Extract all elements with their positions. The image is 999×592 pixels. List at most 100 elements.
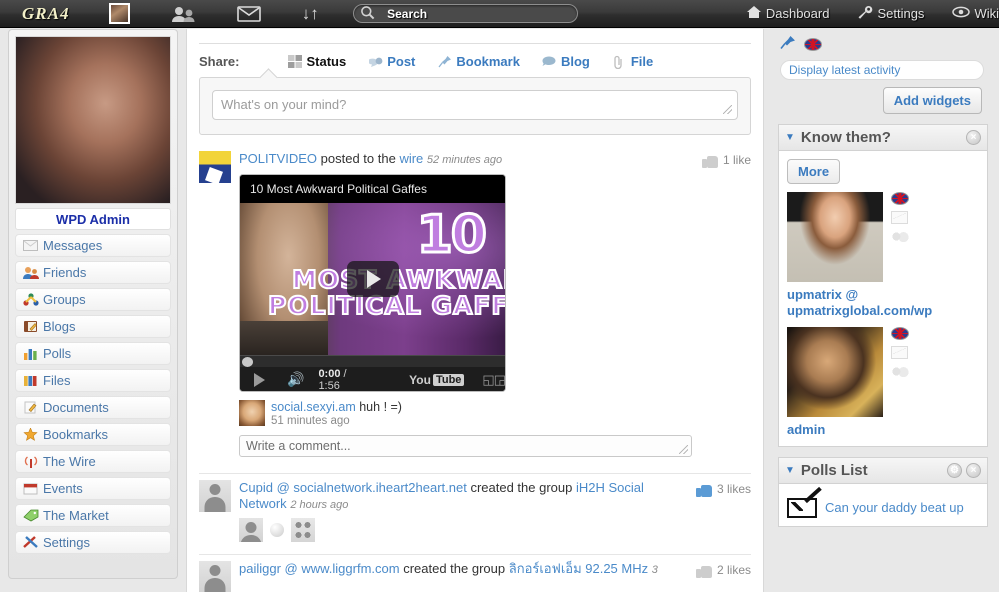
sidebar-item-events[interactable]: Events [15,477,171,500]
sidebar-item-label: Polls [43,346,72,361]
video-thumbnail[interactable]: 10 MOST AWKWARD POLITICAL GAFFES [240,203,505,355]
comment-input[interactable]: Write a comment... [239,435,692,457]
feed-timestamp: 52 minutes ago [426,154,503,166]
youtube-logo-icon[interactable]: You Tube [409,373,465,387]
close-icon[interactable]: × [966,463,981,478]
close-icon[interactable]: × [966,130,981,145]
sidebar-item-blogs[interactable]: Blogs [15,315,171,338]
sidebar-item-friends[interactable]: Friends [15,261,171,284]
feed-target-link[interactable]: ลิกอร์เอฟเอ็ม 92.25 MHz [509,561,648,576]
feed-item-headline: pailiggr @ www.liggrfm.com created the g… [239,561,686,578]
uk-flag-icon[interactable] [891,192,909,205]
feed-author-link[interactable]: POLITVIDEO [239,151,317,166]
status-input[interactable]: What's on your mind? [212,90,738,120]
share-bar: Share: Status Post Bookmark Blog File [199,43,751,69]
video-time-display: 0:00 / 1:56 [318,368,347,392]
volume-icon[interactable]: 🔊 [287,371,304,388]
like-count[interactable]: 1 like [701,151,751,457]
scrubber-knob[interactable] [242,357,253,367]
share-tab-bookmark[interactable]: Bookmark [437,54,520,69]
group-avatar[interactable] [291,518,315,542]
sidebar-item-messages[interactable]: Messages [15,234,171,257]
more-button[interactable]: More [787,159,841,184]
sidebar-item-bookmarks[interactable]: Bookmarks [15,423,171,446]
sidebar-item-groups[interactable]: Groups [15,288,171,311]
broadcast-icon [22,454,39,469]
status-composer: What's on your mind? [199,77,751,135]
feed-item: pailiggr @ www.liggrfm.com created the g… [199,554,751,592]
sidebar-item-the-wire[interactable]: The Wire [15,450,171,473]
nav-dashboard[interactable]: Dashboard [746,5,830,22]
person-name-link[interactable]: upmatrix @ upmatrixglobal.com/wp [787,287,979,319]
gear-icon[interactable]: ⚙ [947,463,962,478]
message-icon[interactable] [891,211,908,224]
play-icon[interactable] [254,372,265,387]
updates-icon[interactable]: ↓↑ [299,0,321,28]
sidebar-item-settings[interactable]: Settings [15,531,171,554]
search-input[interactable]: Search [353,4,578,23]
sidebar-item-label: Friends [43,265,87,280]
share-label: Share: [199,54,240,69]
widget-title: Know them? [800,129,891,146]
share-tab-blog[interactable]: Blog [542,54,590,69]
chevron-down-icon[interactable]: ▼ [785,465,795,476]
person-photo[interactable] [787,327,883,417]
fullscreen-icon[interactable]: ◱◲ [482,372,505,388]
share-tab-post[interactable]: Post [368,54,415,69]
messages-icon[interactable] [236,0,262,28]
message-icon[interactable] [891,346,908,359]
poll-entry[interactable]: Can your daddy beat up [787,492,979,518]
share-tab-file[interactable]: File [612,54,653,69]
like-count[interactable]: 2 likes [695,561,751,592]
comment-resize-grip[interactable] [678,445,688,454]
uk-flag-icon[interactable] [891,327,909,340]
person-name-link[interactable]: admin [787,422,979,438]
avatar[interactable] [199,480,231,512]
status-resize-grip[interactable] [723,105,732,114]
nav-settings[interactable]: Settings [857,5,924,23]
avatar[interactable] [199,151,231,183]
video-player[interactable]: 10 Most Awkward Political Gaffes 10 MOST… [239,174,506,392]
add-friend-icon[interactable] [891,230,909,243]
play-button-icon[interactable] [346,261,399,297]
site-logo[interactable]: GRA4 [22,4,69,24]
feed-action-text: created the group [470,480,573,495]
suggested-person: upmatrix @ upmatrixglobal.com/wp [787,192,979,319]
feed-author-link[interactable]: pailiggr @ www.liggrfm.com [239,561,400,576]
youtube-tube-text: Tube [432,373,465,386]
sidebar-item-label: Groups [43,292,86,307]
speech-bubble-icon [542,55,557,69]
feed-timestamp: 3 [651,564,658,576]
comment-author-link[interactable]: social.sexyi.am [271,400,356,414]
avatar[interactable] [199,561,231,592]
video-scrubber[interactable] [240,355,505,367]
sidebar-item-label: Documents [43,400,109,415]
friends-icon[interactable] [168,0,198,28]
search-icon [360,5,375,23]
feed-author-link[interactable]: Cupid @ socialnetwork.iheart2heart.net [239,480,467,495]
sidebar-item-documents[interactable]: Documents [15,396,171,419]
like-count[interactable]: 3 likes [695,480,751,542]
sidebar-item-files[interactable]: Files [15,369,171,392]
sidebar-item-the-market[interactable]: The Market [15,504,171,527]
profile-photo[interactable] [15,36,171,204]
nav-dashboard-label: Dashboard [765,6,830,21]
poll-title-link[interactable]: Can your daddy beat up [825,500,964,516]
latest-activity-toggle[interactable]: Display latest activity [780,60,984,80]
nav-wiki[interactable]: Wiki [952,6,999,21]
share-tab-status[interactable]: Status [287,54,346,69]
feed-item: Cupid @ socialnetwork.iheart2heart.net c… [199,473,751,546]
chevron-down-icon[interactable]: ▼ [785,132,795,143]
sidebar-item-polls[interactable]: Polls [15,342,171,365]
uk-flag-icon[interactable] [804,38,822,51]
add-widgets-button[interactable]: Add widgets [882,87,982,114]
person-photo[interactable] [787,192,883,282]
user-avatar-icon[interactable] [109,3,131,24]
avatar[interactable] [239,518,263,542]
avatar[interactable] [239,400,265,426]
feed-target-link[interactable]: wire [399,151,423,166]
add-friend-icon[interactable] [891,365,909,378]
pin-icon[interactable] [780,35,796,54]
widget-body: More upmatrix @ upmatrixglobal.com/wp ad… [778,150,988,447]
widget-polls-list: ▼ Polls List ⚙ × Can your daddy beat up [778,457,988,527]
